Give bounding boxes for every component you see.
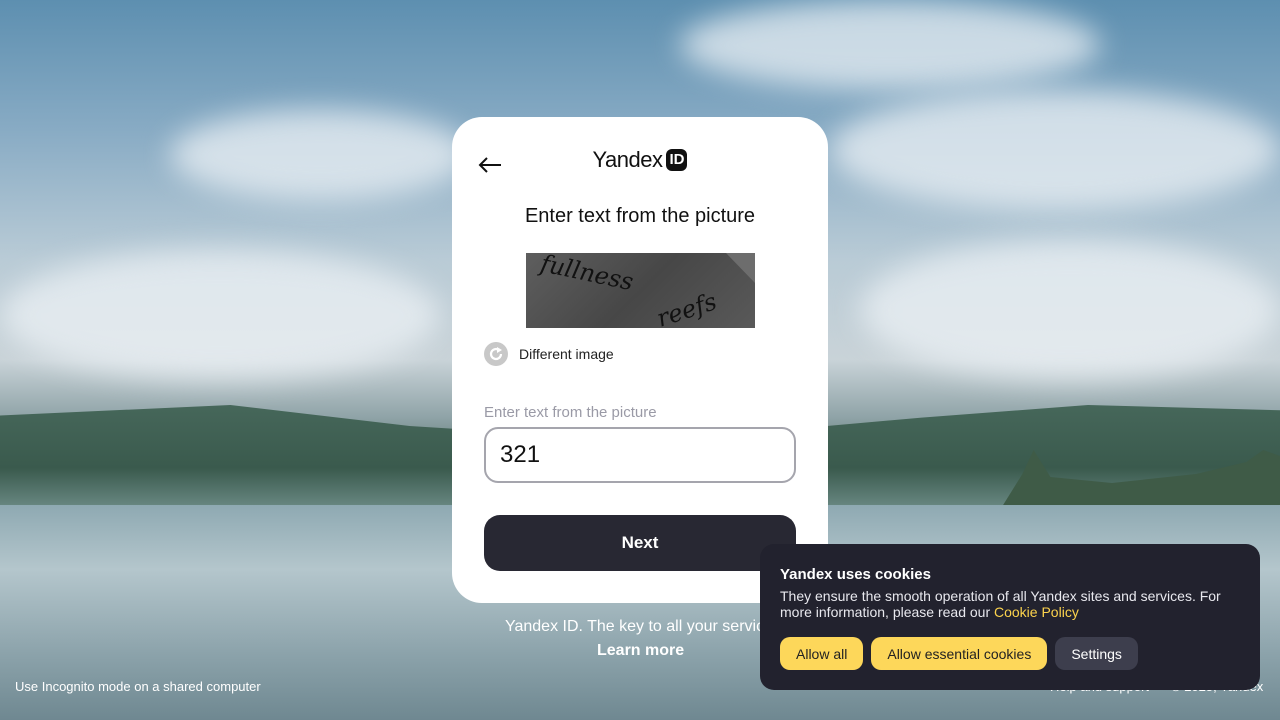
allow-essential-button[interactable]: Allow essential cookies (871, 637, 1048, 670)
cookie-buttons: Allow all Allow essential cookies Settin… (780, 637, 1138, 670)
captcha-image: fullness reefs (526, 253, 755, 328)
logo-id-badge: ID (666, 149, 688, 171)
cookie-policy-link[interactable]: Cookie Policy (994, 604, 1079, 620)
yandex-id-logo: Yandex ID (452, 147, 828, 173)
refresh-icon (484, 342, 508, 366)
captcha-word: reefs (653, 287, 720, 328)
cookie-banner: Yandex uses cookies They ensure the smoo… (760, 544, 1260, 690)
background-cloud (0, 250, 440, 380)
background-cloud (170, 110, 470, 200)
cookie-text: They ensure the smooth operation of all … (780, 588, 1235, 620)
auth-card: Yandex ID Enter text from the picture fu… (452, 117, 828, 603)
captcha-field-label: Enter text from the picture (484, 404, 657, 421)
next-button[interactable]: Next (484, 515, 796, 571)
page-title: Enter text from the picture (524, 205, 756, 227)
tagline: Yandex ID. The key to all your services (505, 618, 781, 635)
logo-text: Yandex (592, 147, 663, 172)
different-image-label: Different image (519, 346, 614, 362)
learn-more-link[interactable]: Learn more (597, 642, 684, 660)
background-cloud (830, 90, 1280, 210)
allow-all-button[interactable]: Allow all (780, 637, 864, 670)
captcha-input[interactable] (486, 429, 794, 481)
captcha-word: fullness (536, 253, 636, 296)
captcha-input-wrapper (484, 427, 796, 483)
different-image-button[interactable]: Different image (484, 342, 614, 366)
incognito-link[interactable]: Use Incognito mode on a shared computer (15, 679, 261, 694)
background-cloud (680, 0, 1100, 90)
cookie-settings-button[interactable]: Settings (1055, 637, 1138, 670)
background-cloud (860, 240, 1280, 380)
cookie-title: Yandex uses cookies (780, 566, 931, 583)
